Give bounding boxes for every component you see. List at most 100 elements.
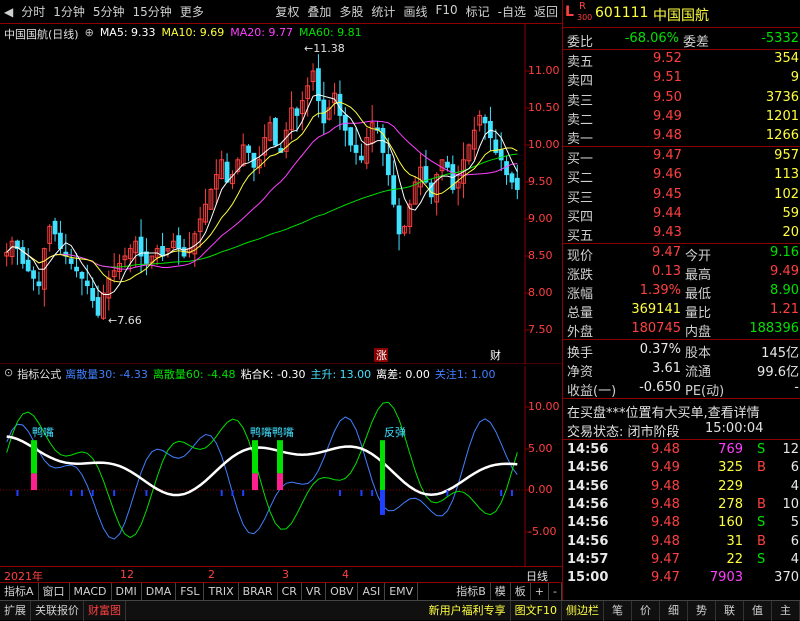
bid-row[interactable]: 买二 9.46 113 [565, 166, 799, 186]
indicator-tab-9[interactable]: VR [302, 582, 327, 601]
toolbar-period-1[interactable]: 1分钟 [49, 3, 89, 20]
tick-price: 9.49 [651, 460, 680, 476]
candle-body [74, 266, 79, 272]
indicator-tab-right-4[interactable]: - [549, 582, 562, 601]
ask-row[interactable]: 卖四 9.51 9 [565, 69, 799, 90]
toolbar-period-3[interactable]: 15分钟 [129, 3, 176, 20]
bid-row[interactable]: 买五 9.43 20 [565, 224, 799, 244]
indicator-tab-3[interactable]: DMI [112, 582, 142, 601]
toolbar-action-1[interactable]: 叠加 [303, 3, 335, 20]
indicator-tab-8[interactable]: CR [278, 582, 302, 601]
trade-status-row: 交易状态: 闭市阶段 15:00:04 [565, 420, 799, 440]
indicator-tab-1[interactable]: 窗口 [39, 582, 70, 601]
indicator-tab-right-2[interactable]: 板 [511, 582, 531, 601]
indicator-tab-right-3[interactable]: + [531, 582, 550, 601]
candle-body [246, 145, 251, 153]
status-right-3[interactable]: 笔 [604, 600, 632, 621]
toolbar-period-0[interactable]: 分时 [17, 3, 49, 20]
focus-tick [80, 490, 83, 496]
fund-label: 收益(一) [567, 384, 617, 399]
indicator-tab-2[interactable]: MACD [70, 582, 112, 601]
toolbar-action-6[interactable]: 标记 [462, 3, 494, 20]
date-tick-label: 12 [120, 568, 134, 581]
indicator-tab-7[interactable]: BRAR [239, 582, 278, 601]
ask-row[interactable]: 卖二 9.49 1201 [565, 108, 799, 128]
status-right-7[interactable]: 联 [716, 600, 744, 621]
indicator-tab-5[interactable]: FSL [176, 582, 205, 601]
book-label: 卖四 [567, 74, 594, 90]
indicator-tab-10[interactable]: OBV [326, 582, 359, 601]
ask-row[interactable]: 卖一 9.48 1266 [565, 127, 799, 147]
candle-body [504, 161, 509, 176]
fund-value: -0.650 [639, 380, 681, 395]
stock-code[interactable]: 601111 [595, 5, 648, 21]
status-left-1[interactable]: 关联报价 [31, 600, 84, 621]
candle-body [160, 246, 165, 257]
status-left-2[interactable]: 财富图 [84, 600, 126, 621]
book-label: 买三 [567, 190, 594, 206]
candle-body [498, 149, 504, 161]
candle-body [58, 232, 63, 250]
focus-tick [371, 490, 374, 496]
book-price: 9.51 [653, 70, 682, 86]
candle-body [514, 177, 520, 190]
ask-row[interactable]: 卖五 9.52 354 [565, 50, 799, 70]
candle-body [144, 251, 149, 264]
candle-body [25, 259, 31, 272]
focus-tick [91, 490, 94, 496]
stat-value: 188396 [749, 321, 799, 336]
toolbar-action-8[interactable]: 返回 [530, 3, 562, 20]
bid-row[interactable]: 买四 9.44 59 [565, 205, 799, 225]
bid-row[interactable]: 买三 9.45 102 [565, 186, 799, 206]
bid-row[interactable]: 买一 9.47 957 [565, 147, 799, 167]
stat-value: 9.16 [770, 245, 799, 260]
ask-row[interactable]: 卖三 9.50 3736 [565, 89, 799, 109]
status-right-0[interactable]: 新用户福利专享 [425, 600, 511, 621]
notice-text[interactable]: 在买盘***位置有大买单,查看详情 [567, 402, 760, 421]
status-left-0[interactable]: 扩展 [0, 600, 31, 621]
indicator-tab-right-0[interactable]: 指标B [452, 582, 491, 601]
tick-row: 14:56 9.49 325 B 6 [565, 459, 799, 477]
book-label: 卖二 [567, 112, 594, 128]
toolbar-action-5[interactable]: F10 [431, 3, 461, 20]
toolbar-action-7[interactable]: -自选 [494, 3, 530, 20]
status-right-8[interactable]: 值 [744, 600, 772, 621]
toolbar-period-4[interactable]: 更多 [176, 3, 208, 20]
focus-tick [220, 490, 223, 496]
candle-body [52, 220, 58, 235]
high-price-annotation: ←11.38 [304, 42, 345, 55]
candle-body [294, 108, 300, 116]
toolbar-action-2[interactable]: 多股 [335, 3, 367, 20]
indicator-tab-right-1[interactable]: 模 [491, 582, 511, 601]
tick-row: 14:56 9.48 229 4 [565, 478, 799, 496]
toolbar-period-2[interactable]: 5分钟 [89, 3, 129, 20]
book-label: 买一 [567, 152, 594, 167]
signal-bar-down [277, 473, 283, 490]
tick-volume: 229 [718, 478, 743, 494]
stock-name[interactable]: 中国国航 [653, 5, 709, 25]
candlestick-chart[interactable]: ←11.38 ←7.66 涨 财 [0, 24, 562, 364]
status-right-9[interactable]: 主 [772, 600, 800, 621]
candle-body [224, 161, 230, 183]
indicator-tab-4[interactable]: DMA [142, 582, 177, 601]
focus-tick [510, 490, 513, 496]
indicator-tab-6[interactable]: TRIX [204, 582, 239, 601]
status-right-6[interactable]: 势 [688, 600, 716, 621]
tick-row: 14:56 9.48 769 S 12 [565, 441, 799, 459]
chart-toolbar: ◀ 分时 1分钟 5分钟 15分钟 更多 复权 叠加 多股 统计 画线 F10 标记 -自选 返回 [0, 0, 562, 24]
signal-label: 鸭嘴 [32, 426, 54, 439]
date-axis: 2021年 12 2 3 4 日线 [0, 566, 562, 583]
indicator-chart[interactable]: 鸭嘴 鸭嘴鸭嘴 反弹 [0, 366, 562, 566]
toolbar-action-3[interactable]: 统计 [367, 3, 399, 20]
toolbar-action-0[interactable]: 复权 [271, 3, 303, 20]
toolbar-action-4[interactable]: 画线 [399, 3, 431, 20]
big-order-notice[interactable]: 在买盘***位置有大买单,查看详情 [565, 401, 799, 421]
indicator-tab-12[interactable]: EMV [385, 582, 419, 601]
status-right-5[interactable]: 细 [660, 600, 688, 621]
indicator-tab-0[interactable]: 指标A [0, 582, 39, 601]
status-right-4[interactable]: 价 [632, 600, 660, 621]
status-right-1[interactable]: 图文F10 [511, 600, 562, 621]
indicator-tab-11[interactable]: ASI [358, 582, 386, 601]
status-right-2[interactable]: 侧边栏 [562, 600, 604, 621]
back-triangle-icon[interactable]: ◀ [0, 5, 17, 19]
